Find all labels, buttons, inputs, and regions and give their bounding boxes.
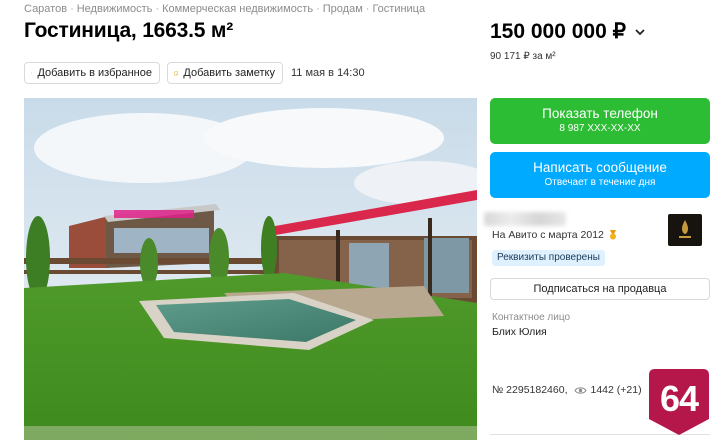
published-date: 11 мая в 14:30 [291,67,365,79]
breadcrumb-item-hotel[interactable]: Гостиница [372,3,425,15]
breadcrumb-item-city[interactable]: Саратов [24,3,67,15]
price-value: 150 000 000 ₽ [490,20,626,43]
seller-logo[interactable] [668,214,702,246]
chevron-down-icon[interactable] [634,26,646,38]
ad-views: 1442 (+21) [590,384,642,396]
ad-number: № 2295182460, [492,384,568,396]
breadcrumb-item-sell[interactable]: Продам [323,3,363,15]
add-to-favorites-label: Добавить в избранное [37,67,152,79]
breadcrumb-separator: · [365,3,370,15]
price-per-sqm: 90 171 ₽ за м² [490,51,556,62]
breadcrumb-separator: · [70,3,74,15]
add-to-favorites-button[interactable]: Добавить в избранное [24,62,160,84]
add-note-button[interactable]: Добавить заметку [167,62,283,84]
medal-icon [609,230,616,240]
verified-badge: Реквизиты проверены [492,250,605,266]
seller-name-redacted[interactable] [484,212,566,226]
breadcrumb-separator: · [316,3,320,15]
contact-person-name: Блих Юлия [492,326,547,338]
breadcrumb-item-realty[interactable]: Недвижимость [77,3,153,15]
phone-masked: 8 987 XXX-XX-XX [559,123,641,134]
page-title: Гостиница, 1663.5 м² [24,19,233,42]
note-icon [174,71,179,75]
seller-since: На Авито с марта 2012 [492,229,618,241]
price[interactable]: 150 000 000 ₽ [490,19,646,44]
response-time: Отвечает в течение дня [544,177,656,188]
write-message-label: Написать сообщение [533,160,667,175]
breadcrumb: Саратов · Недвижимость · Коммерческая недвиж… [24,3,425,15]
breadcrumb-separator: · [155,3,160,15]
heart-icon [31,72,33,74]
show-phone-label: Показать телефон [542,106,658,121]
listing-photo[interactable] [24,98,477,440]
hotel-logo-icon [679,220,691,238]
watermark-logo: 64 [649,369,709,435]
write-message-button[interactable]: Написать сообщение Отвечает в течение дн… [490,152,710,198]
contact-person-label: Контактное лицо [492,312,571,323]
watermark-text: 64 [659,378,699,419]
breadcrumb-item-commercial[interactable]: Коммерческая недвижимость [162,3,313,15]
ad-info: № 2295182460, 1442 (+21) [492,384,642,396]
subscribe-seller-button[interactable]: Подписаться на продавца [490,278,710,300]
seller-since-text: На Авито с марта 2012 [492,229,604,241]
show-phone-button[interactable]: Показать телефон 8 987 XXX-XX-XX [490,98,710,144]
add-note-label: Добавить заметку [183,67,275,79]
eye-icon [573,386,587,394]
